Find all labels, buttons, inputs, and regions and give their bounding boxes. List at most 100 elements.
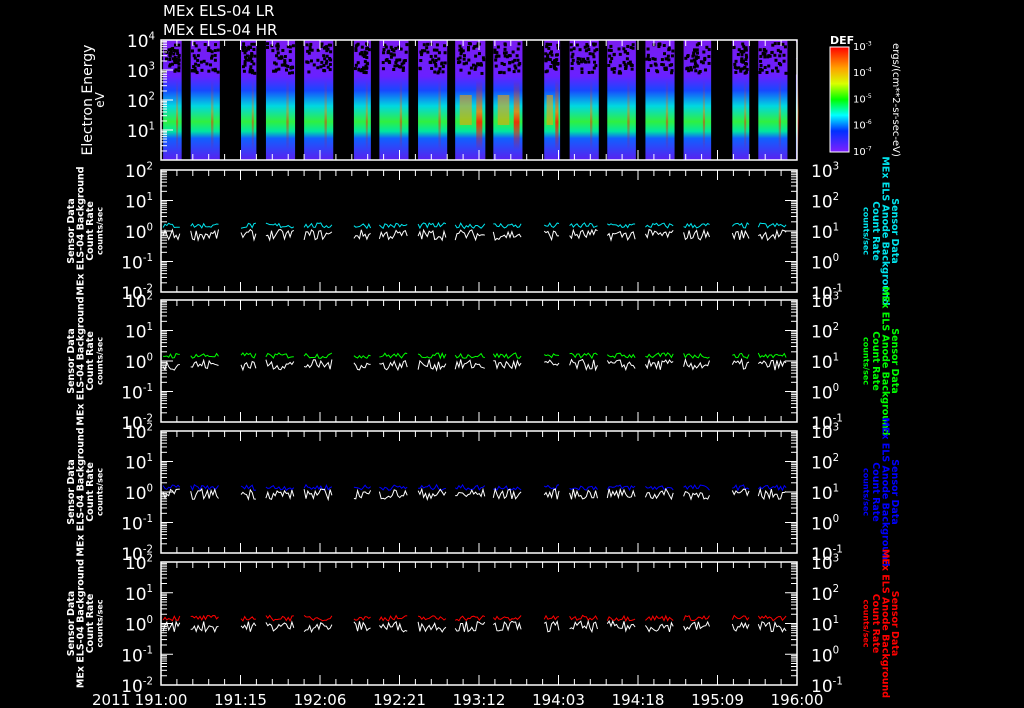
series-line-els-04 — [757, 487, 787, 501]
empty-bin — [744, 53, 748, 57]
empty-bin — [309, 59, 313, 63]
empty-bin — [174, 49, 178, 53]
left-ytick-label: 102 — [125, 291, 153, 312]
left-ytick-label: 101 — [125, 453, 153, 474]
empty-bin — [462, 57, 466, 61]
empty-bin — [326, 47, 330, 51]
empty-bin — [544, 59, 548, 63]
empty-bin — [765, 71, 769, 75]
empty-bin — [774, 66, 778, 70]
series-line-anode — [543, 484, 560, 492]
empty-bin — [497, 54, 501, 58]
right-axis-label: Sensor DataMEx ELS Anode BackgroundCount… — [862, 549, 901, 698]
empty-bin — [612, 70, 616, 74]
empty-bin — [607, 63, 611, 67]
empty-bin — [250, 60, 254, 64]
empty-bin — [394, 46, 398, 50]
empty-bin — [252, 47, 256, 51]
empty-bin — [316, 48, 320, 52]
empty-bin — [282, 63, 286, 67]
right-axis-label-line: counts/sec — [862, 207, 871, 255]
empty-bin — [664, 67, 668, 71]
panel-frame — [160, 169, 798, 293]
empty-bin — [517, 42, 521, 46]
empty-bin — [363, 51, 367, 55]
right-ytick-label: 102 — [811, 453, 839, 474]
empty-bin — [288, 58, 292, 62]
right-ytick-label: 103 — [811, 291, 839, 312]
empty-bin — [660, 58, 664, 62]
series-line-anode — [543, 614, 560, 621]
series-line-els-04 — [606, 487, 636, 500]
series-line-anode — [645, 485, 674, 491]
series-line-anode — [757, 352, 787, 359]
series-line-anode — [683, 484, 710, 491]
empty-bin — [695, 43, 699, 47]
empty-bin — [312, 63, 316, 67]
series-line-anode — [732, 352, 750, 360]
series-line-anode — [265, 614, 294, 622]
right-axis-label-line: counts/sec — [862, 337, 871, 385]
empty-bin — [434, 54, 438, 58]
empty-bin — [460, 50, 464, 54]
empty-bin — [388, 61, 392, 65]
empty-bin — [381, 61, 385, 65]
left-axis-label-line: counts/sec — [96, 468, 105, 516]
series-line-anode — [543, 222, 560, 229]
empty-bin — [763, 55, 767, 59]
series-line-anode — [190, 352, 219, 359]
right-ytick-label: 100 — [811, 383, 839, 404]
empty-bin — [782, 59, 786, 63]
left-ytick-label: 102 — [125, 161, 153, 182]
empty-bin — [502, 71, 506, 75]
empty-bin — [556, 61, 560, 65]
empty-bin — [467, 71, 471, 75]
empty-bin — [585, 43, 589, 47]
empty-bin — [745, 67, 749, 71]
empty-bin — [631, 46, 635, 50]
empty-bin — [622, 47, 626, 51]
empty-bin — [774, 58, 778, 62]
empty-bin — [734, 59, 738, 63]
series-line-anode — [190, 614, 219, 621]
series-line-anode — [683, 615, 710, 622]
empty-bin — [456, 61, 460, 65]
empty-bin — [647, 58, 651, 62]
empty-bin — [653, 62, 657, 66]
empty-bin — [572, 47, 576, 51]
empty-bin — [664, 57, 668, 61]
series-line-anode — [732, 484, 750, 492]
time-tick-label: 194:03 — [532, 691, 585, 708]
empty-bin — [433, 70, 437, 74]
empty-bin — [575, 43, 579, 47]
empty-bin — [646, 47, 650, 51]
empty-bin — [307, 70, 311, 74]
empty-bin — [441, 65, 445, 69]
flux-burst — [365, 80, 368, 150]
empty-bin — [426, 42, 430, 46]
empty-bin — [580, 70, 584, 74]
series-line-els-04 — [543, 488, 560, 500]
series-line-els-04 — [569, 619, 598, 634]
time-tick-label: 195:09 — [691, 691, 744, 708]
empty-bin — [511, 50, 515, 54]
empty-bin — [549, 50, 553, 54]
series-line-anode — [240, 222, 257, 229]
series-line-anode — [303, 615, 333, 622]
series-line-els-04 — [303, 359, 333, 370]
empty-bin — [759, 54, 763, 58]
empty-bin — [781, 42, 785, 46]
series-line-anode — [162, 222, 180, 229]
series-line-anode — [454, 352, 485, 359]
empty-bin — [695, 55, 699, 59]
empty-bin — [758, 48, 762, 52]
series-line-anode — [353, 484, 371, 491]
series-line-anode — [454, 483, 486, 491]
right-ytick-label: 101 — [811, 352, 839, 373]
empty-bin — [555, 53, 559, 57]
empty-bin — [324, 61, 328, 65]
empty-bin — [784, 71, 788, 75]
series-line-anode — [353, 354, 371, 359]
series-line-anode — [493, 485, 522, 491]
empty-bin — [213, 67, 217, 71]
